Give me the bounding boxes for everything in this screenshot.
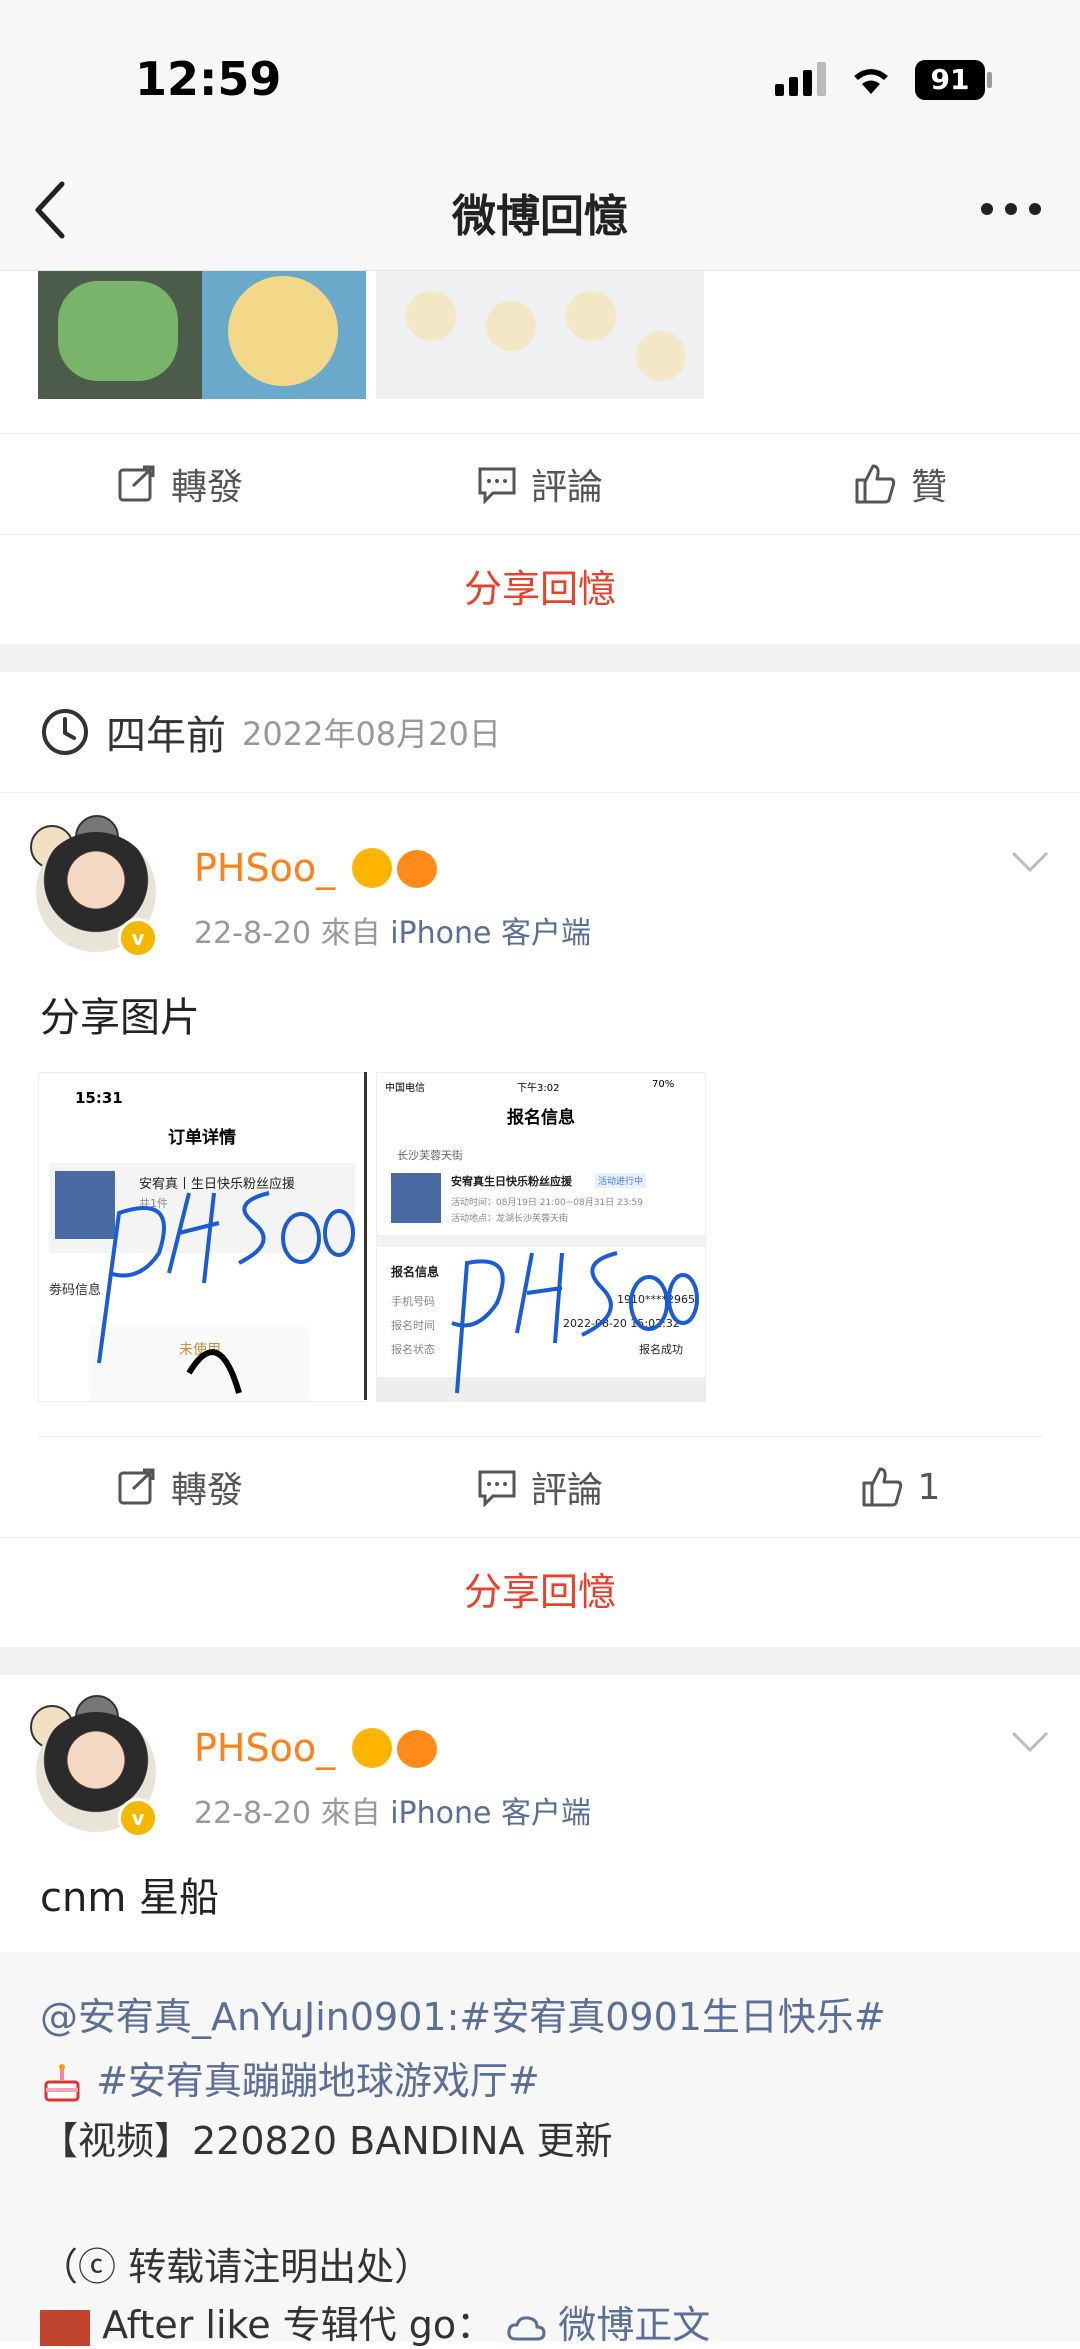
repost-label: 轉發 (170, 467, 243, 508)
post-actions: 轉發 評論 贊 (0, 434, 1080, 534)
post-actions: 轉發 評論 1 (0, 1437, 1080, 1537)
comment-button[interactable]: 評論 (360, 1437, 720, 1537)
repost-button[interactable]: 轉發 (0, 434, 360, 534)
sticker-decor (486, 301, 536, 351)
cookie-decor (228, 276, 338, 386)
like-label: 贊 (910, 467, 947, 508)
post-image-1[interactable]: 15:31 订单详情 安宥真丨生日快乐粉丝应援 共1件 劵码信息 未使用 (38, 1072, 366, 1402)
sticker-decor (406, 291, 456, 341)
crown-badge-icon (352, 1728, 392, 1768)
post-image-2[interactable]: 中国电信 下午3:02 70% 报名信息 长沙芙蓉天街 安宥真生日快乐粉丝应援 … (376, 1072, 706, 1402)
handwriting-overlay (451, 1251, 699, 1394)
thumbs-up-icon (862, 1467, 902, 1507)
status-time: 12:59 (135, 52, 282, 106)
comment-button[interactable]: 評論 (360, 434, 720, 534)
post-time: 22-8-20 (194, 1796, 312, 1831)
comment-icon (478, 467, 516, 504)
weibo-link-label: 微博正文 (558, 2303, 711, 2347)
chevron-down-icon[interactable] (1010, 1730, 1050, 1754)
verified-badge: v (118, 1798, 158, 1838)
thumbs-up-icon (855, 464, 896, 504)
divider (0, 792, 1080, 793)
comment-icon (478, 1470, 516, 1507)
wifi-icon (854, 69, 888, 94)
verified-badge: v (118, 918, 158, 958)
fish-badge-icon (397, 850, 437, 888)
fish-badge-icon (397, 1730, 437, 1768)
album-icon (40, 2309, 90, 2346)
sticker-decor (566, 291, 616, 341)
more-icon[interactable] (980, 202, 1042, 216)
post-text: 分享图片 (40, 995, 200, 1041)
post-source[interactable]: iPhone 客户端 (390, 916, 591, 951)
username[interactable]: PHSoo_ (194, 1726, 335, 1770)
quote-line-2-row: #安宥真蹦蹦地球游戏厅# (40, 2050, 540, 2105)
post-image-top-2[interactable] (376, 271, 704, 399)
cellular-signal-icon (775, 62, 826, 96)
repost-label: 轉發 (170, 1470, 243, 1511)
nav-bar: 微博回憶 (0, 150, 1080, 271)
repost-icon (118, 1468, 155, 1505)
status-bar: 12:59 91 (0, 0, 1080, 150)
memory-date: 2022年08月20日 (242, 715, 501, 753)
share-memory-button[interactable]: 分享回憶 (0, 534, 1080, 644)
comment-label: 評論 (530, 1470, 603, 1511)
quote-line-1[interactable]: @安宥真_AnYuJin0901:#安宥真0901生日快乐# (40, 1986, 886, 2041)
memory-date-row: 四年前 2022年08月20日 (40, 672, 1040, 792)
comment-label: 評論 (530, 467, 603, 508)
handwriting-overlay (97, 1191, 355, 1394)
clock-icon (42, 709, 88, 755)
section-gap (0, 1647, 1080, 1675)
weibo-link[interactable]: 微博正文 (506, 2303, 710, 2347)
crown-badge-icon (352, 848, 392, 888)
memory-ago: 四年前 (106, 713, 226, 759)
post-image-top-1[interactable] (38, 271, 366, 399)
quote-line-5: After like 专辑代 go： (102, 2303, 495, 2347)
quote-line-4: （ⓒ 转载请注明出处） (40, 2245, 433, 2289)
image-divider (364, 1072, 367, 1400)
share-memory-button[interactable]: 分享回憶 (0, 1537, 1080, 1647)
page-title: 微博回憶 (452, 191, 628, 242)
post-time: 22-8-20 (194, 916, 312, 951)
quote-line-2[interactable]: #安宥真蹦蹦地球游戏厅# (96, 2059, 540, 2103)
section-gap (0, 644, 1080, 672)
like-count: 1 (917, 1466, 941, 1508)
chevron-down-icon[interactable] (1010, 850, 1050, 874)
battery-tip (987, 72, 992, 88)
repost-icon (118, 465, 155, 502)
post-meta: 22-8-20 來自 iPhone 客户端 (194, 1788, 591, 1832)
sticker-decor (636, 331, 686, 381)
quoted-post[interactable]: @安宥真_AnYuJin0901:#安宥真0901生日快乐# #安宥真蹦蹦地球游… (0, 1952, 1080, 2347)
post-from: 來自 (320, 1796, 381, 1831)
like-button[interactable]: 贊 (720, 434, 1080, 534)
quote-line-3: 【视频】220820 BANDINA 更新 (40, 2119, 613, 2163)
birthday-cake-icon (40, 2063, 84, 2104)
cloud-link-icon (507, 2315, 546, 2340)
post-source[interactable]: iPhone 客户端 (390, 1796, 591, 1831)
repost-button[interactable]: 轉發 (0, 1437, 360, 1537)
post-text: cnm 星船 (40, 1875, 220, 1921)
cookie-decor (58, 281, 178, 381)
post-from: 來自 (320, 916, 381, 951)
username[interactable]: PHSoo_ (194, 846, 335, 890)
battery-indicator: 91 (915, 60, 985, 100)
post-meta: 22-8-20 來自 iPhone 客户端 (194, 908, 591, 952)
like-button[interactable]: 1 (720, 1437, 1080, 1537)
